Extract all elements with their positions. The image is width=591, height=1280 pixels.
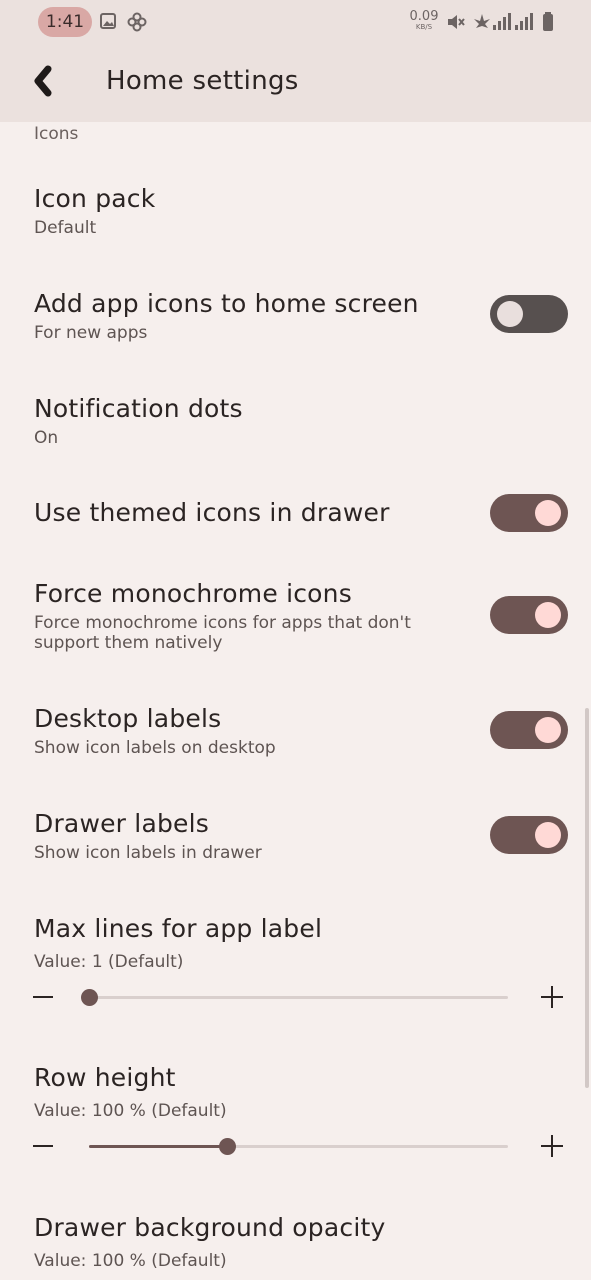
setting-value: Value: 1 (Default) bbox=[34, 952, 184, 972]
setting-title: Icon pack bbox=[34, 184, 156, 213]
setting-title: Add app icons to home screen bbox=[34, 289, 419, 318]
decrease-button[interactable] bbox=[33, 996, 53, 998]
back-arrow-icon bbox=[30, 65, 54, 101]
image-icon bbox=[99, 12, 117, 34]
network-speed: 0.09 KB/S bbox=[409, 9, 439, 31]
setting-drawer-bg-opacity: Drawer background opacity Value: 100 % (… bbox=[0, 1209, 591, 1280]
setting-subtitle: Default bbox=[34, 218, 97, 238]
setting-value: Value: 100 % (Default) bbox=[34, 1101, 227, 1121]
toggle-knob bbox=[535, 500, 561, 526]
increase-button[interactable] bbox=[541, 1135, 563, 1157]
drawer-labels-toggle[interactable] bbox=[490, 816, 568, 854]
mute-icon bbox=[446, 12, 466, 36]
setting-desktop-labels[interactable]: Desktop labels Show icon labels on deskt… bbox=[0, 700, 591, 776]
setting-title: Row height bbox=[34, 1063, 176, 1092]
setting-title: Notification dots bbox=[34, 394, 243, 423]
setting-row-height: Row height Value: 100 % (Default) bbox=[0, 1059, 591, 1179]
setting-subtitle: On bbox=[34, 428, 59, 448]
toggle-knob bbox=[535, 822, 561, 848]
scrollbar[interactable] bbox=[585, 708, 589, 1088]
themed-icons-toggle[interactable] bbox=[490, 494, 568, 532]
toggle-knob bbox=[535, 717, 561, 743]
signal-icon bbox=[493, 12, 533, 36]
back-button[interactable] bbox=[20, 61, 64, 105]
increase-button[interactable] bbox=[541, 986, 563, 1008]
slider-fill bbox=[89, 1145, 228, 1148]
setting-themed-icons[interactable]: Use themed icons in drawer bbox=[0, 494, 591, 554]
setting-title: Use themed icons in drawer bbox=[34, 498, 390, 527]
decrease-button[interactable] bbox=[33, 1145, 53, 1147]
page-title: Home settings bbox=[106, 66, 299, 96]
row-height-slider[interactable] bbox=[89, 1138, 508, 1155]
toggle-knob bbox=[497, 301, 523, 327]
toggle-knob bbox=[535, 602, 561, 628]
slider-thumb[interactable] bbox=[81, 989, 98, 1006]
status-bar: 1:41 0.09 KB/S bbox=[0, 0, 591, 44]
setting-subtitle: Show icon labels on desktop bbox=[34, 738, 276, 758]
status-time: 1:41 bbox=[38, 7, 92, 37]
force-monochrome-toggle[interactable] bbox=[490, 596, 568, 634]
slider-thumb[interactable] bbox=[219, 1138, 237, 1155]
section-header-icons: Icons bbox=[34, 124, 79, 144]
setting-title: Drawer labels bbox=[34, 809, 209, 838]
battery-icon bbox=[542, 12, 554, 36]
desktop-labels-toggle[interactable] bbox=[490, 711, 568, 749]
setting-force-monochrome[interactable]: Force monochrome icons Force monochrome … bbox=[0, 575, 591, 665]
setting-max-lines: Max lines for app label Value: 1 (Defaul… bbox=[0, 910, 591, 1030]
setting-drawer-labels[interactable]: Drawer labels Show icon labels in drawer bbox=[0, 805, 591, 881]
setting-subtitle: For new apps bbox=[34, 323, 148, 343]
setting-title: Desktop labels bbox=[34, 704, 222, 733]
setting-value: Value: 100 % (Default) bbox=[34, 1251, 227, 1271]
leaf-icon bbox=[472, 12, 492, 36]
setting-notification-dots[interactable]: Notification dots On bbox=[0, 390, 591, 466]
top-app-bar: Home settings bbox=[0, 44, 591, 122]
setting-subtitle: Show icon labels in drawer bbox=[34, 843, 262, 863]
setting-icon-pack[interactable]: Icon pack Default bbox=[0, 180, 591, 256]
setting-add-app-icons[interactable]: Add app icons to home screen For new app… bbox=[0, 285, 591, 361]
setting-title: Max lines for app label bbox=[34, 914, 323, 943]
setting-title: Drawer background opacity bbox=[34, 1213, 386, 1242]
max-lines-slider[interactable] bbox=[81, 989, 508, 1006]
add-app-icons-toggle[interactable] bbox=[490, 295, 568, 333]
setting-subtitle: Force monochrome icons for apps that don… bbox=[34, 613, 411, 653]
setting-title: Force monochrome icons bbox=[34, 579, 352, 608]
pinwheel-icon bbox=[127, 12, 147, 36]
